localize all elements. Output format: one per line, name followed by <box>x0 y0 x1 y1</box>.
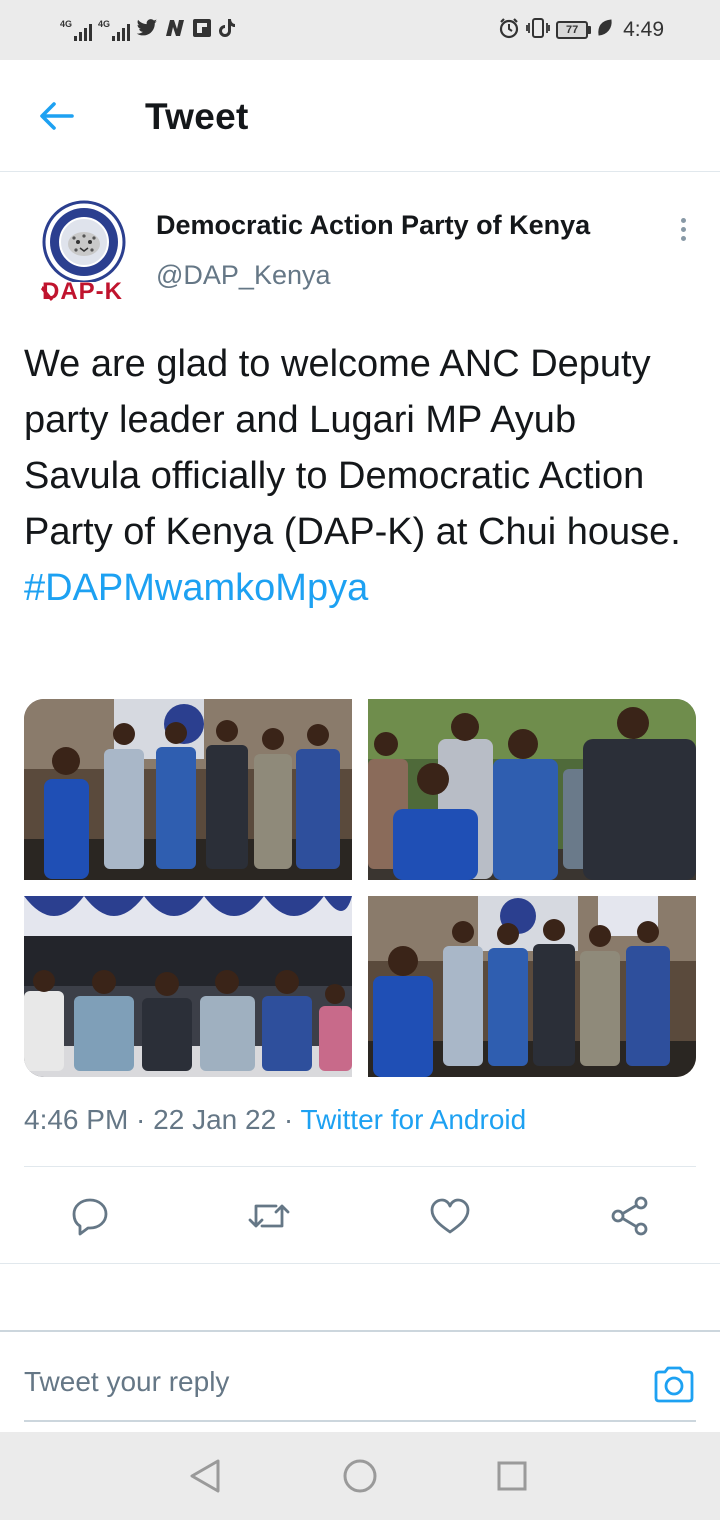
circle-home-icon <box>343 1459 377 1493</box>
like-button[interactable] <box>426 1192 474 1240</box>
nav-back-button[interactable] <box>183 1454 227 1498</box>
divider <box>24 1166 696 1167</box>
media-grid <box>24 699 696 1077</box>
tweet-photo-3[interactable] <box>24 896 352 1077</box>
status-bar-left: 4G 4G <box>60 17 236 43</box>
status-bar: 4G 4G 77 4:49 <box>0 0 720 60</box>
more-options-button[interactable] <box>668 214 698 244</box>
nav-recents-button[interactable] <box>490 1454 534 1498</box>
page-title: Tweet <box>145 96 249 137</box>
like-icon <box>430 1198 470 1234</box>
tweet-author: DAP-K Democratic Action Party of Kenya @… <box>22 190 702 310</box>
reply-input[interactable] <box>24 1366 584 1398</box>
triangle-back-icon <box>190 1459 220 1493</box>
tweet-meta: 4:46 PM · 22 Jan 22 · Twitter for Androi… <box>24 1104 526 1136</box>
tweet-photo-2[interactable] <box>368 699 696 880</box>
retweet-button[interactable] <box>245 1192 293 1240</box>
flipboard-icon <box>192 18 212 43</box>
tweet-source-link[interactable]: Twitter for Android <box>301 1104 527 1135</box>
tweet-photo-4[interactable] <box>368 896 696 1077</box>
reply-button[interactable] <box>66 1192 114 1240</box>
back-button[interactable] <box>34 94 78 138</box>
app-header: Tweet <box>0 60 720 172</box>
reply-underline <box>24 1420 696 1422</box>
tweet-photo-1[interactable] <box>24 699 352 880</box>
hashtag-link[interactable]: #DAPMwamkoMpya <box>24 560 700 616</box>
retweet-icon <box>248 1204 290 1228</box>
status-bar-right: 77 4:49 <box>498 17 664 43</box>
alarm-icon <box>498 17 520 44</box>
system-nav-bar <box>0 1432 720 1520</box>
tweet-body: We are glad to welcome ANC Deputy party … <box>24 343 681 553</box>
n-icon <box>164 18 186 43</box>
status-time: 4:49 <box>623 18 664 41</box>
nav-home-button[interactable] <box>338 1454 382 1498</box>
camera-icon <box>654 1366 694 1403</box>
share-button[interactable] <box>606 1192 654 1240</box>
tweet-text: We are glad to welcome ANC Deputy party … <box>24 336 700 616</box>
tiktok-icon <box>218 18 236 43</box>
avatar[interactable]: DAP-K <box>28 196 140 308</box>
camera-button[interactable] <box>652 1362 696 1406</box>
tweet-timestamp: 4:46 PM · 22 Jan 22 · <box>24 1104 301 1135</box>
twitter-icon <box>136 18 158 43</box>
share-icon <box>611 1196 648 1236</box>
avatar-logo-text: DAP-K <box>42 278 123 305</box>
more-vertical-icon <box>680 217 686 223</box>
battery-icon: 77 <box>556 21 592 39</box>
divider <box>0 1263 720 1264</box>
leaf-icon <box>597 18 613 42</box>
reply-composer <box>0 1330 720 1432</box>
signal-icon-sim1: 4G <box>60 19 92 41</box>
square-recents-icon <box>497 1461 527 1491</box>
reply-icon <box>72 1198 108 1236</box>
author-handle[interactable]: @DAP_Kenya <box>156 260 331 291</box>
tweet-actions <box>0 1168 720 1264</box>
author-display-name[interactable]: Democratic Action Party of Kenya <box>156 210 590 241</box>
arrow-left-icon <box>40 102 74 130</box>
signal-icon-sim2: 4G <box>98 19 130 41</box>
vibrate-icon <box>526 17 551 44</box>
